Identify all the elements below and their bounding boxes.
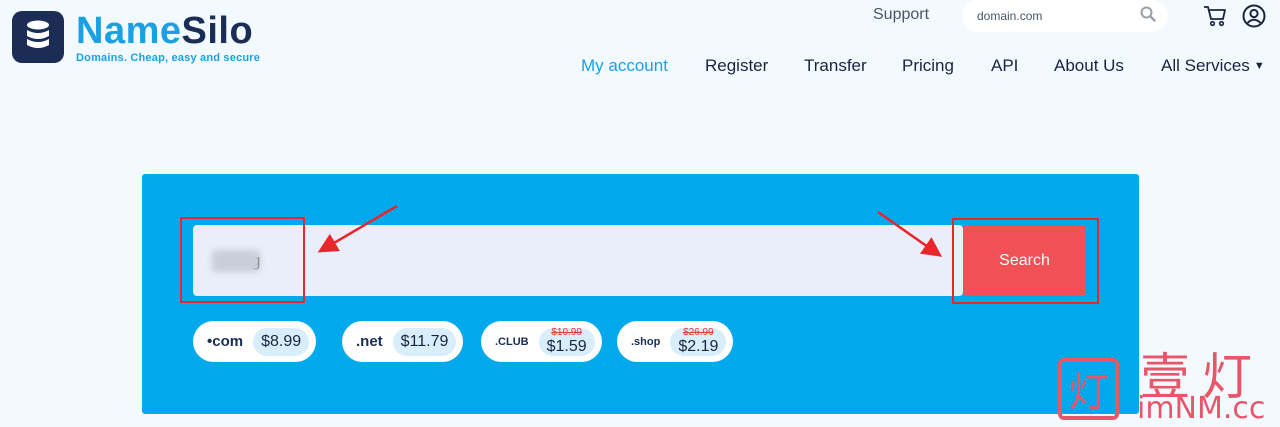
tld-price-pill-club[interactable]: .CLUB $10.99 $1.59 xyxy=(481,321,602,362)
domain-search-input[interactable] xyxy=(193,225,963,296)
tld-old-price: $10.99 xyxy=(551,327,582,338)
tld-price-pill-com[interactable]: •com $8.99 xyxy=(193,321,317,362)
watermark-stamp: 灯 xyxy=(1058,358,1119,420)
tld-price-pill-net[interactable]: .net $11.79 xyxy=(342,321,464,362)
logo-wordmark: NameSilo xyxy=(76,10,254,52)
user-icon[interactable] xyxy=(1242,4,1266,33)
header-search-input[interactable] xyxy=(977,9,1140,23)
header-search xyxy=(962,0,1168,32)
tld-name: .CLUB xyxy=(495,335,529,348)
tld-new-price: $2.19 xyxy=(678,338,719,355)
tld-price-pill-shop[interactable]: .shop $26.99 $2.19 xyxy=(617,321,734,362)
watermark-site: imNM.cc xyxy=(1137,391,1266,426)
search-button[interactable]: Search xyxy=(963,226,1086,295)
nav-pricing[interactable]: Pricing xyxy=(902,56,954,76)
tld-name: .net xyxy=(356,333,383,350)
tld-price: $11.79 xyxy=(392,327,457,356)
nav-all-services[interactable]: All Services ▼ xyxy=(1161,56,1265,76)
tld-old-price: $26.99 xyxy=(683,327,714,338)
nav-about-us[interactable]: About Us xyxy=(1054,56,1124,76)
main-nav: My account Register Transfer Pricing API… xyxy=(0,56,1280,78)
tld-new-price: $1.59 xyxy=(546,338,587,355)
chevron-down-icon: ▼ xyxy=(1253,60,1265,72)
cart-icon[interactable] xyxy=(1203,5,1227,32)
nav-register[interactable]: Register xyxy=(705,56,768,76)
tld-price: $26.99 $2.19 xyxy=(670,327,727,356)
blurred-text-redaction xyxy=(212,250,260,272)
support-link[interactable]: Support xyxy=(873,6,929,24)
tld-price: $10.99 $1.59 xyxy=(538,327,595,356)
nav-my-account[interactable]: My account xyxy=(581,56,668,76)
tld-name: •com xyxy=(207,333,244,350)
tld-name: .shop xyxy=(631,335,661,348)
tld-price: $8.99 xyxy=(253,327,310,356)
nav-api[interactable]: API xyxy=(991,56,1018,76)
nav-transfer[interactable]: Transfer xyxy=(804,56,867,76)
search-icon[interactable] xyxy=(1140,6,1156,27)
